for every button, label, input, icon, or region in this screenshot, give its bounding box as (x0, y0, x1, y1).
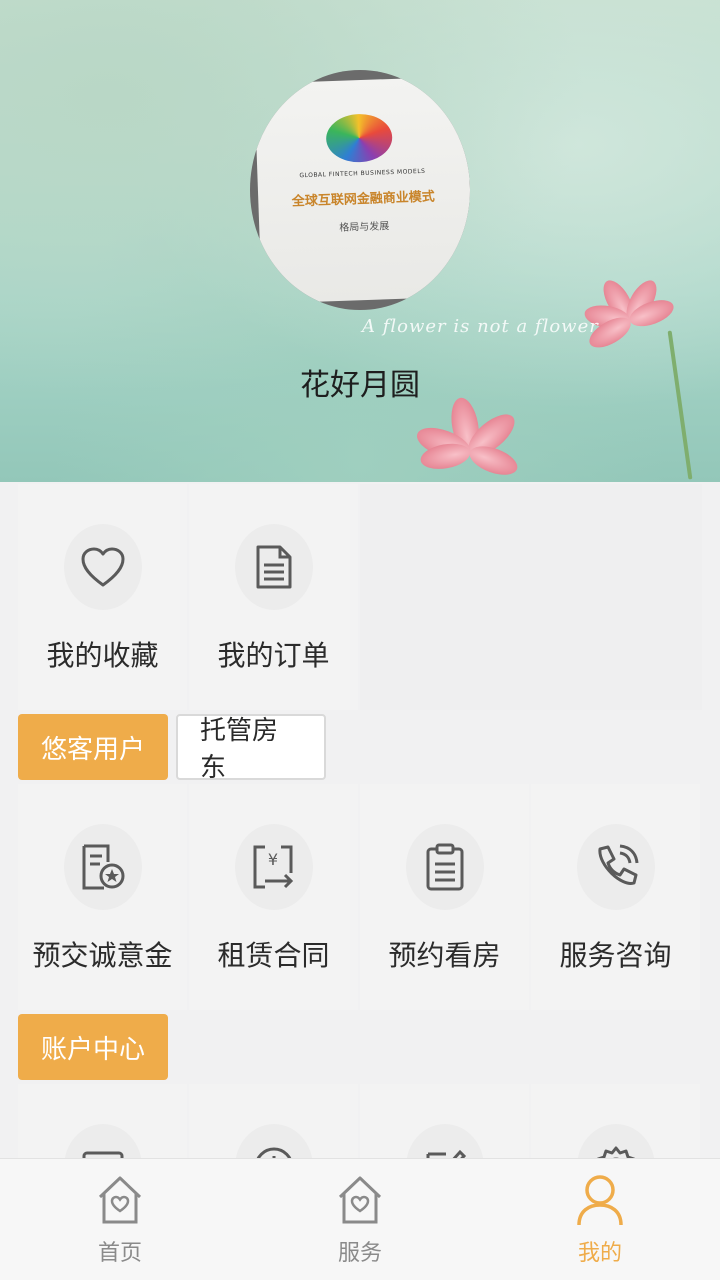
account-center-tag[interactable]: 账户中心 (18, 1014, 168, 1080)
clipboard-icon (406, 824, 484, 910)
username: 花好月圆 (300, 368, 420, 403)
empty-cell (360, 484, 702, 710)
avatar-book-image: GLOBAL FINTECH BUSINESS MODELS 全球互联网金融商业… (254, 76, 470, 304)
service-consult-label: 服务咨询 (559, 939, 672, 972)
book-viewing-label: 预约看房 (388, 939, 501, 972)
book-viewing-item[interactable]: 预约看房 (360, 784, 529, 1010)
book-globe-logo (325, 112, 394, 164)
profile-page: A flower is not a flower GLOBAL FINTECH … (0, 0, 720, 1280)
lease-contract-item[interactable]: ¥ 租赁合同 (189, 784, 358, 1010)
bottom-navigation: 首页 服务 我的 (0, 1158, 720, 1280)
book-cn-title: 全球互联网金融商业模式 (291, 189, 436, 210)
profile-banner: A flower is not a flower GLOBAL FINTECH … (0, 0, 720, 482)
orders-item[interactable]: 我的订单 (189, 484, 358, 710)
nav-home[interactable]: 首页 (0, 1159, 240, 1280)
contract-yen-icon: ¥ (235, 824, 313, 910)
tab-managed-landlord[interactable]: 托管房东 (176, 714, 326, 783)
heart-icon (64, 524, 142, 610)
favorites-label: 我的收藏 (46, 639, 159, 672)
nav-service-label: 服务 (337, 1241, 382, 1266)
avatar[interactable]: GLOBAL FINTECH BUSINESS MODELS 全球互联网金融商业… (250, 70, 470, 310)
deposit-icon (64, 824, 142, 910)
banner-script-text: A flower is not a flower (362, 316, 599, 337)
nav-mine-label: 我的 (577, 1241, 622, 1266)
book-cn-subtitle: 格局与发展 (339, 221, 390, 234)
top-items-grid: 我的收藏 我的订单 (18, 484, 704, 710)
service-house-icon (335, 1173, 385, 1227)
nav-home-label: 首页 (97, 1241, 142, 1266)
service-consult-item[interactable]: 服务咨询 (531, 784, 700, 1010)
svg-text:¥: ¥ (268, 850, 278, 869)
phone-icon (577, 824, 655, 910)
document-icon (235, 524, 313, 610)
favorites-item[interactable]: 我的收藏 (18, 484, 187, 710)
book-en-title: GLOBAL FINTECH BUSINESS MODELS (299, 167, 426, 180)
home-heart-icon (95, 1173, 145, 1227)
tenant-items-grid: 预交诚意金 ¥ 租赁合同 预约看房 服务咨询 (18, 784, 702, 1010)
deposit-item[interactable]: 预交诚意金 (18, 784, 187, 1010)
lease-contract-label: 租赁合同 (217, 939, 330, 972)
orders-label: 我的订单 (217, 639, 330, 672)
account-section-header: 账户中心 (18, 1014, 176, 1080)
nav-mine[interactable]: 我的 (480, 1159, 720, 1280)
person-icon (575, 1173, 625, 1227)
tab-tenant-user[interactable]: 悠客用户 (18, 714, 168, 780)
nav-service[interactable]: 服务 (240, 1159, 480, 1280)
user-type-tabs: 悠客用户 托管房东 (18, 714, 334, 783)
deposit-label: 预交诚意金 (32, 939, 173, 972)
